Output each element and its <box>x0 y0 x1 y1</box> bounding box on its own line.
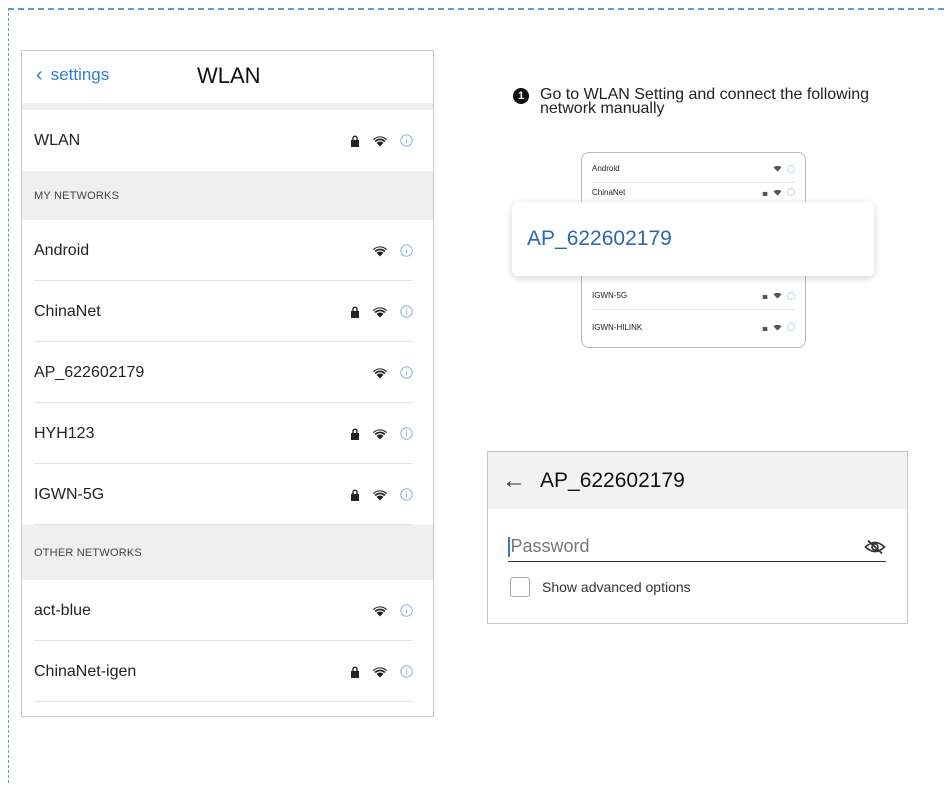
password-input[interactable]: Password <box>508 532 886 562</box>
network-name: HYH123 <box>34 424 95 442</box>
preview-network-name: IGWN-5G <box>592 291 628 300</box>
back-label: settings <box>50 65 110 84</box>
back-to-settings-button[interactable]: ‹ settings <box>36 65 109 85</box>
dialog-header: ← AP_622602179 <box>488 452 907 509</box>
lock-icon <box>350 306 360 318</box>
advanced-options-label: Show advanced options <box>542 579 691 595</box>
wlan-toggle-row[interactable]: WLAN <box>22 110 433 171</box>
wifi-icon <box>372 306 388 318</box>
preview-row-chinanet: ChinaNet <box>592 183 795 201</box>
network-name: ChinaNet-igen <box>34 662 137 680</box>
preview-row-android: Android <box>592 155 795 183</box>
wifi-icon <box>773 292 782 299</box>
network-name: ChinaNet <box>34 302 101 320</box>
network-name: Android <box>34 241 90 259</box>
dashed-border-left <box>8 8 9 783</box>
wifi-icon <box>773 165 782 172</box>
network-row-chinanet[interactable]: ChinaNet <box>22 281 433 342</box>
network-name: IGWN-5G <box>34 485 105 503</box>
network-row-act-blue[interactable]: act-blue <box>22 580 433 641</box>
info-icon <box>787 164 795 173</box>
password-dialog: ← AP_622602179 Password Show advanced op… <box>487 451 908 624</box>
info-icon[interactable] <box>400 665 413 678</box>
lock-icon <box>350 666 360 678</box>
preview-network-name: ChinaNet <box>592 187 626 197</box>
info-icon[interactable] <box>400 366 413 379</box>
network-name: AP_622602179 <box>34 363 145 381</box>
network-row-chinanet-igen[interactable]: ChinaNet-igen <box>22 641 433 702</box>
page-title: WLAN <box>197 63 261 88</box>
wifi-icon <box>372 245 388 257</box>
network-row-igwn-5g[interactable]: IGWN-5G <box>22 464 433 525</box>
step-number-badge: 1 <box>513 88 529 104</box>
wifi-icon <box>773 324 782 331</box>
info-icon[interactable] <box>400 305 413 318</box>
eye-off-icon[interactable] <box>864 539 886 555</box>
arrow-left-icon[interactable]: ← <box>502 468 526 493</box>
info-icon[interactable] <box>400 604 413 617</box>
highlighted-network-popup[interactable]: AP_622602179 <box>512 202 874 276</box>
dashed-border-top <box>8 8 944 10</box>
wlan-row-label: WLAN <box>34 131 81 149</box>
wifi-icon <box>372 135 388 147</box>
preview-network-name: IGWN-HILINK <box>592 322 643 332</box>
network-row-ap-622602179[interactable]: AP_622602179 <box>22 342 433 403</box>
info-icon <box>787 188 795 196</box>
network-row-hyh123[interactable]: HYH123 <box>22 403 433 464</box>
info-icon <box>787 323 795 331</box>
info-icon[interactable] <box>400 488 413 501</box>
preview-row-igwn-5g: IGWN-5G <box>592 282 795 310</box>
wifi-icon <box>372 367 388 379</box>
lock-icon <box>762 324 768 331</box>
instruction-text: Go to WLAN Setting and connect the follo… <box>540 86 870 117</box>
advanced-options-checkbox[interactable] <box>510 577 530 597</box>
lock-icon <box>762 292 768 299</box>
network-name: act-blue <box>34 601 91 619</box>
wlan-header: ‹ settings WLAN <box>22 51 433 103</box>
text-caret <box>508 536 510 557</box>
password-placeholder: Password <box>510 536 590 556</box>
dialog-title: AP_622602179 <box>540 468 685 492</box>
info-icon[interactable] <box>400 134 413 147</box>
my-networks-header: MY NETWORKS <box>22 171 433 220</box>
chevron-left-icon: ‹ <box>36 64 43 86</box>
wifi-icon <box>372 605 388 617</box>
network-row-android[interactable]: Android <box>22 220 433 281</box>
wifi-icon <box>773 189 782 196</box>
info-icon[interactable] <box>400 427 413 440</box>
lock-icon <box>350 135 360 147</box>
lock-icon <box>350 428 360 440</box>
preview-network-name: Android <box>592 164 620 173</box>
lock-icon <box>762 189 768 196</box>
preview-row-igwn-hilink: IGWN-HILINK <box>592 313 795 341</box>
highlighted-network-name: AP_622602179 <box>527 227 672 250</box>
other-networks-header: OTHER NETWORKS <box>22 525 433 580</box>
info-icon[interactable] <box>400 244 413 257</box>
wifi-icon <box>372 666 388 678</box>
wifi-icon <box>372 489 388 501</box>
divider-bar <box>22 103 433 110</box>
wifi-icon <box>372 428 388 440</box>
wlan-settings-panel: ‹ settings WLAN WLAN MY NETWORKS Android… <box>21 50 434 717</box>
lock-icon <box>350 489 360 501</box>
info-icon <box>787 291 795 300</box>
advanced-options-row[interactable]: Show advanced options <box>510 577 691 597</box>
